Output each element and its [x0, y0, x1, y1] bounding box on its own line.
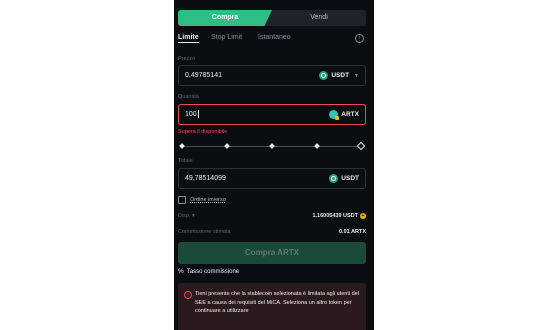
quantity-unit: ARTX	[329, 105, 359, 124]
reverse-order-checkbox[interactable]	[178, 196, 186, 204]
chevron-down-icon: ▼	[354, 72, 359, 79]
available-value: 1.16005439 USDT	[312, 213, 358, 219]
price-unit-select[interactable]: USDT ▼	[319, 66, 359, 85]
total-label: Totale	[178, 158, 193, 164]
price-label: Prezzo	[178, 56, 196, 62]
sell-tab[interactable]: Vendi	[272, 10, 366, 26]
mica-notice-text: Tieni presente che la stablecoin selezio…	[195, 291, 359, 314]
buy-sell-toggle: Compra Vendi	[178, 10, 366, 26]
quantity-error: Supera il disponibile	[178, 129, 228, 135]
trade-panel: Compra Vendi Limite Stop Limit Istantane…	[174, 0, 374, 330]
price-unit-label: USDT	[331, 72, 350, 79]
info-icon[interactable]: i	[355, 34, 364, 43]
order-type-tabs: Limite Stop Limit Istantaneo i	[178, 34, 370, 48]
slider-mark-25[interactable]	[224, 143, 230, 149]
total-value: 49,78514099	[185, 175, 226, 182]
total-unit: USDT	[329, 169, 359, 188]
usdt-coin-icon	[319, 71, 329, 80]
slider-handle[interactable]	[356, 141, 366, 151]
tab-stop-limit[interactable]: Stop Limit	[211, 34, 242, 41]
fee-rate-label[interactable]: Tasso commissione	[187, 269, 239, 275]
fee-rate-link[interactable]: % Tasso commissione	[178, 268, 239, 275]
estimated-fee-value: 0.01 ARTX	[338, 229, 366, 235]
mica-notice: ! Tieni presente che la stablecoin selez…	[178, 283, 366, 330]
price-field[interactable]: 0,49785141 USDT ▼	[178, 65, 366, 86]
slider-mark-0[interactable]	[179, 143, 185, 149]
slider-mark-75[interactable]	[314, 143, 320, 149]
estimated-fee-label: Commissione stimata	[178, 229, 231, 235]
slider-mark-50[interactable]	[269, 143, 275, 149]
buy-button[interactable]: Compra ARTX	[178, 242, 366, 264]
quantity-unit-label: ARTX	[341, 111, 359, 118]
total-unit-label: USDT	[341, 175, 359, 182]
quantity-value: 100	[185, 111, 197, 118]
text-cursor	[197, 110, 199, 119]
quantity-field[interactable]: 100 ARTX	[178, 104, 366, 125]
quantity-label: Quantità	[178, 94, 199, 100]
reverse-order-label[interactable]: Ordine inverso	[190, 197, 226, 203]
available-label: Disp. ▾	[178, 213, 195, 219]
tab-instant[interactable]: Istantaneo	[258, 34, 291, 41]
percent-icon: %	[178, 268, 184, 275]
reverse-order-option[interactable]: Ordine inverso	[178, 196, 226, 204]
tab-limit[interactable]: Limite	[178, 34, 199, 43]
buy-tab[interactable]: Compra	[178, 10, 272, 26]
artx-coin-icon	[329, 110, 340, 120]
alert-icon: !	[184, 291, 192, 299]
total-field[interactable]: 49,78514099 USDT	[178, 168, 366, 189]
deposit-plus-icon[interactable]: +	[360, 213, 366, 219]
price-value: 0,49785141	[185, 72, 222, 79]
usdt-coin-icon	[329, 174, 339, 183]
amount-slider[interactable]	[179, 141, 366, 151]
